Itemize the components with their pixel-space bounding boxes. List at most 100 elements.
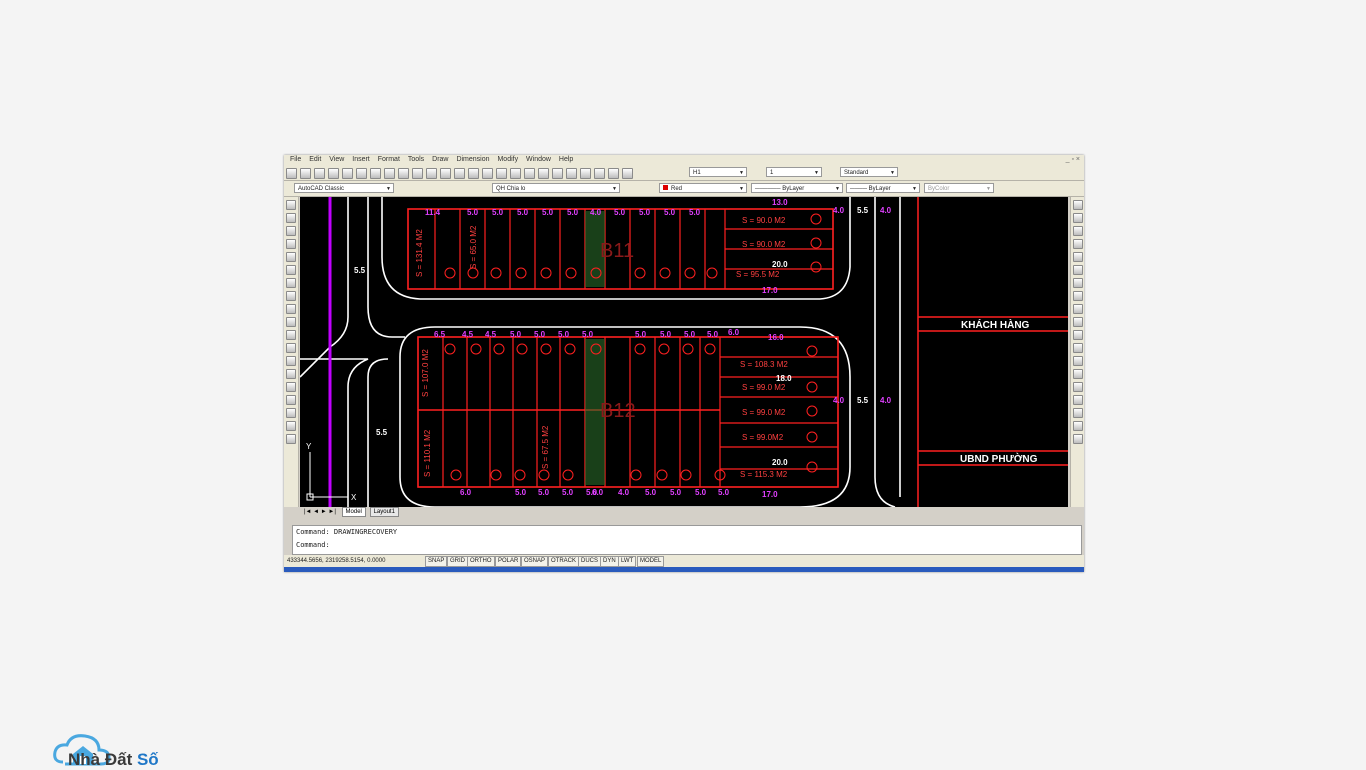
paste-icon[interactable] — [412, 168, 423, 179]
gradient-icon[interactable] — [286, 395, 296, 405]
design-center-icon[interactable] — [552, 168, 563, 179]
linetype-select[interactable]: ────── ByLayer ▼ — [751, 183, 843, 193]
layer-select[interactable]: QH Chia lo ▼ — [492, 183, 620, 193]
workspace-select[interactable]: AutoCAD Classic ▼ — [294, 183, 394, 193]
copy-icon[interactable] — [398, 168, 409, 179]
ellipse-icon[interactable] — [286, 317, 296, 327]
layer-state-icon[interactable] — [1073, 434, 1083, 444]
command-line[interactable]: Command: DRAWINGRECOVERY Command: — [292, 525, 1082, 555]
cut-icon[interactable] — [384, 168, 395, 179]
zoom-prev-icon[interactable] — [524, 168, 535, 179]
status-ortho[interactable]: ORTHO — [467, 556, 495, 567]
properties-icon[interactable] — [538, 168, 549, 179]
status-lwt[interactable]: LWT — [618, 556, 637, 567]
chamfer-icon[interactable] — [1073, 369, 1083, 379]
tab-model[interactable]: Model — [341, 507, 366, 517]
open-icon[interactable] — [300, 168, 311, 179]
menu-help[interactable]: Help — [559, 155, 573, 165]
preview-icon[interactable] — [342, 168, 353, 179]
markup-icon[interactable] — [594, 168, 605, 179]
menu-tools[interactable]: Tools — [408, 155, 424, 165]
move-icon[interactable] — [1073, 265, 1083, 275]
block-icon[interactable] — [440, 168, 451, 179]
status-ducs[interactable]: DUCS — [578, 556, 602, 567]
rectangle-icon[interactable] — [286, 252, 296, 262]
draworder-icon[interactable] — [1073, 408, 1083, 418]
hatch-icon[interactable] — [286, 382, 296, 392]
plotstyle-select[interactable]: ByColor ▼ — [924, 183, 994, 193]
help-icon[interactable] — [622, 168, 633, 179]
status-grid[interactable]: GRID — [447, 556, 468, 567]
zoom-window-icon[interactable] — [510, 168, 521, 179]
point-icon[interactable] — [286, 369, 296, 379]
status-snap[interactable]: SNAP — [425, 556, 448, 567]
status-otrack[interactable]: OTRACK — [548, 556, 580, 567]
polygon-icon[interactable] — [286, 239, 296, 249]
insert-block-icon[interactable] — [286, 343, 296, 353]
table-style-select[interactable]: Standard ▼ — [840, 167, 898, 177]
break-icon[interactable] — [1073, 343, 1083, 353]
color-select[interactable]: Red ▼ — [659, 183, 747, 193]
publish-icon[interactable] — [356, 168, 367, 179]
table-icon[interactable] — [286, 421, 296, 431]
tab-layout1[interactable]: Layout1 — [369, 507, 399, 517]
plot-icon[interactable] — [328, 168, 339, 179]
array-icon[interactable] — [1073, 252, 1083, 262]
arc-icon[interactable] — [286, 265, 296, 275]
stretch-icon[interactable] — [1073, 304, 1083, 314]
match-icon[interactable] — [426, 168, 437, 179]
lineweight-select[interactable]: ──── ByLayer ▼ — [846, 183, 920, 193]
circle-icon[interactable] — [286, 278, 296, 288]
copy-object-icon[interactable] — [1073, 213, 1083, 223]
fillet-icon[interactable] — [1073, 382, 1083, 392]
dim-scale-select[interactable]: 1 ▼ — [766, 167, 822, 177]
menu-draw[interactable]: Draw — [432, 155, 448, 165]
3d-icon[interactable] — [370, 168, 381, 179]
undo-icon[interactable] — [454, 168, 465, 179]
sheet-set-icon[interactable] — [580, 168, 591, 179]
join-icon[interactable] — [1073, 356, 1083, 366]
construction-line-icon[interactable] — [286, 213, 296, 223]
menu-insert[interactable]: Insert — [352, 155, 370, 165]
tab-nav-arrows[interactable]: |◄ ◄ ► ►| — [304, 509, 336, 515]
rotate-icon[interactable] — [1073, 278, 1083, 288]
revcloud-icon[interactable] — [286, 291, 296, 301]
text-style-select[interactable]: H1 ▼ — [689, 167, 747, 177]
save-icon[interactable] — [314, 168, 325, 179]
zoom-icon[interactable] — [496, 168, 507, 179]
extend-icon[interactable] — [1073, 330, 1083, 340]
make-block-icon[interactable] — [286, 356, 296, 366]
status-osnap[interactable]: OSNAP — [521, 556, 549, 567]
layer-prev-icon[interactable] — [1073, 421, 1083, 431]
window-controls[interactable]: _ ▫ × — [1066, 155, 1080, 165]
line-icon[interactable] — [286, 200, 296, 210]
offset-icon[interactable] — [1073, 239, 1083, 249]
erase-icon[interactable] — [1073, 200, 1083, 210]
menu-dimension[interactable]: Dimension — [456, 155, 489, 165]
status-polar[interactable]: POLAR — [495, 556, 522, 567]
tool-palette-icon[interactable] — [566, 168, 577, 179]
mirror-icon[interactable] — [1073, 226, 1083, 236]
status-dyn[interactable]: DYN — [600, 556, 619, 567]
menu-view[interactable]: View — [329, 155, 344, 165]
menu-window[interactable]: Window — [526, 155, 551, 165]
menu-modify[interactable]: Modify — [497, 155, 518, 165]
status-model[interactable]: MODEL — [637, 556, 665, 567]
trim-icon[interactable] — [1073, 317, 1083, 327]
ellipse-arc-icon[interactable] — [286, 330, 296, 340]
mtext-icon[interactable] — [286, 434, 296, 444]
menu-edit[interactable]: Edit — [309, 155, 321, 165]
spline-icon[interactable] — [286, 304, 296, 314]
scale-icon[interactable] — [1073, 291, 1083, 301]
explode-icon[interactable] — [1073, 395, 1083, 405]
command-prompt[interactable]: Command: — [293, 539, 1081, 552]
redo-icon[interactable] — [468, 168, 479, 179]
menu-file[interactable]: File — [290, 155, 301, 165]
region-icon[interactable] — [286, 408, 296, 418]
calculator-icon[interactable] — [608, 168, 619, 179]
menu-format[interactable]: Format — [378, 155, 400, 165]
model-space-canvas[interactable]: S = 90.0 M2 S = 90.0 M2 S = 95.5 M2 S = … — [299, 197, 1068, 508]
pan-icon[interactable] — [482, 168, 493, 179]
new-icon[interactable] — [286, 168, 297, 179]
polyline-icon[interactable] — [286, 226, 296, 236]
